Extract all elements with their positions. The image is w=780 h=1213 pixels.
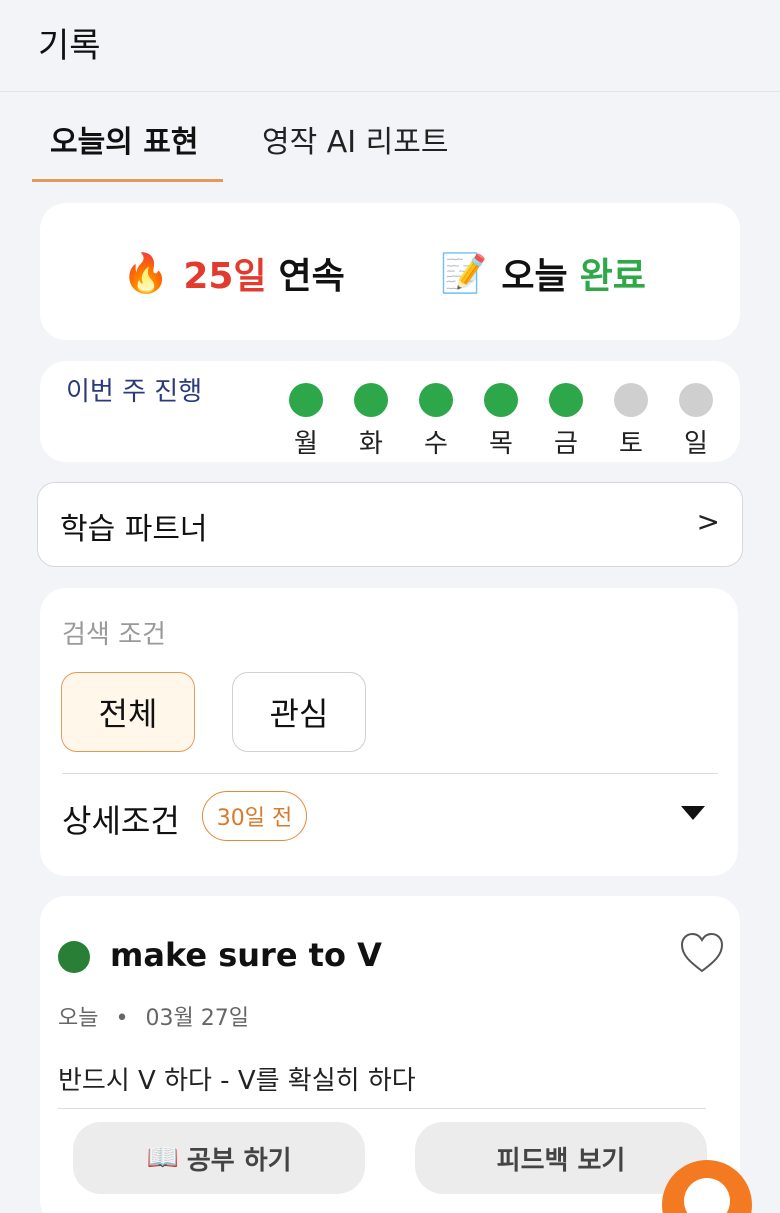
weekday-6: 일 xyxy=(676,383,716,460)
divider xyxy=(58,1108,706,1109)
weekday-1: 화 xyxy=(351,383,391,460)
weekly-progress-card: 이번 주 진행 월 화 수 목 금 토 일 xyxy=(40,361,740,462)
streak-count: 🔥 25일 연속 xyxy=(122,247,345,299)
weekday-4: 금 xyxy=(546,383,586,460)
today-status-value: 완료 xyxy=(579,256,646,297)
dropdown-caret-icon[interactable] xyxy=(681,806,705,820)
day-pending-dot xyxy=(614,383,648,417)
weekday-label: 월 xyxy=(294,429,318,459)
active-tab-indicator xyxy=(32,179,223,182)
divider xyxy=(62,773,718,774)
weekday-3: 목 xyxy=(481,383,521,460)
chatbot-face-icon xyxy=(684,1178,730,1213)
expression-phrase: make sure to V xyxy=(110,936,382,974)
feedback-button-label: 피드백 보기 xyxy=(496,1145,626,1176)
filter-all-button[interactable]: 전체 xyxy=(61,672,195,752)
streak-card: 🔥 25일 연속 📝 오늘 완료 xyxy=(40,203,740,340)
expression-meaning: 반드시 V 하다 - V를 확실히 하다 xyxy=(58,1066,416,1096)
date-value: 03월 27일 xyxy=(145,1006,249,1031)
expression-card: make sure to V 오늘 • 03월 27일 반드시 V 하다 - V… xyxy=(40,896,740,1213)
weekday-2: 수 xyxy=(416,383,456,460)
weekly-progress-label: 이번 주 진행 xyxy=(66,377,203,407)
day-complete-dot xyxy=(419,383,453,417)
streak-days: 25일 xyxy=(183,256,267,297)
today-status: 📝 오늘 완료 xyxy=(440,247,646,299)
chevron-right-icon: > xyxy=(696,505,720,538)
feedback-button[interactable]: 피드백 보기 xyxy=(415,1122,707,1194)
weekday-label: 금 xyxy=(554,429,578,459)
weekday-label: 일 xyxy=(684,429,708,459)
tab-bar: 오늘의 표현 영작 AI 리포트 xyxy=(0,93,780,183)
weekday-5: 토 xyxy=(611,383,651,460)
top-bar: 기록 xyxy=(0,0,780,92)
tab-ai-report[interactable]: 영작 AI 리포트 xyxy=(262,117,448,161)
date-separator: • xyxy=(115,1006,129,1031)
date-prefix: 오늘 xyxy=(58,1006,99,1031)
memo-icon: 📝 xyxy=(440,250,488,295)
expression-date: 오늘 • 03월 27일 xyxy=(58,1000,249,1032)
fire-icon: 🔥 xyxy=(122,250,170,295)
day-complete-dot xyxy=(484,383,518,417)
day-complete-dot xyxy=(354,383,388,417)
day-complete-dot xyxy=(289,383,323,417)
search-filter-card: 검색 조건 전체 관심 상세조건 30일 전 xyxy=(40,588,738,876)
weekday-0: 월 xyxy=(286,383,326,460)
weekday-label: 토 xyxy=(619,429,643,459)
detail-filter-label: 상세조건 xyxy=(62,802,180,840)
study-partner-row[interactable]: 학습 파트너 > xyxy=(37,482,743,567)
filter-label: 검색 조건 xyxy=(62,620,166,650)
today-label: 오늘 xyxy=(501,256,568,297)
study-partner-label: 학습 파트너 xyxy=(60,512,208,547)
book-icon: 📖 xyxy=(146,1143,179,1173)
page-title: 기록 xyxy=(38,26,101,66)
day-pending-dot xyxy=(679,383,713,417)
period-badge: 30일 전 xyxy=(202,791,307,841)
study-button[interactable]: 📖 공부 하기 xyxy=(73,1122,365,1194)
heart-icon[interactable] xyxy=(680,932,724,974)
weekday-label: 화 xyxy=(359,429,383,459)
tab-today-expression[interactable]: 오늘의 표현 xyxy=(50,117,198,161)
weekday-label: 목 xyxy=(489,429,513,459)
filter-favorite-button[interactable]: 관심 xyxy=(232,672,366,752)
weekday-label: 수 xyxy=(424,429,448,459)
status-dot xyxy=(58,941,90,973)
streak-suffix: 연속 xyxy=(278,256,345,297)
study-button-label: 공부 하기 xyxy=(186,1145,292,1176)
day-complete-dot xyxy=(549,383,583,417)
